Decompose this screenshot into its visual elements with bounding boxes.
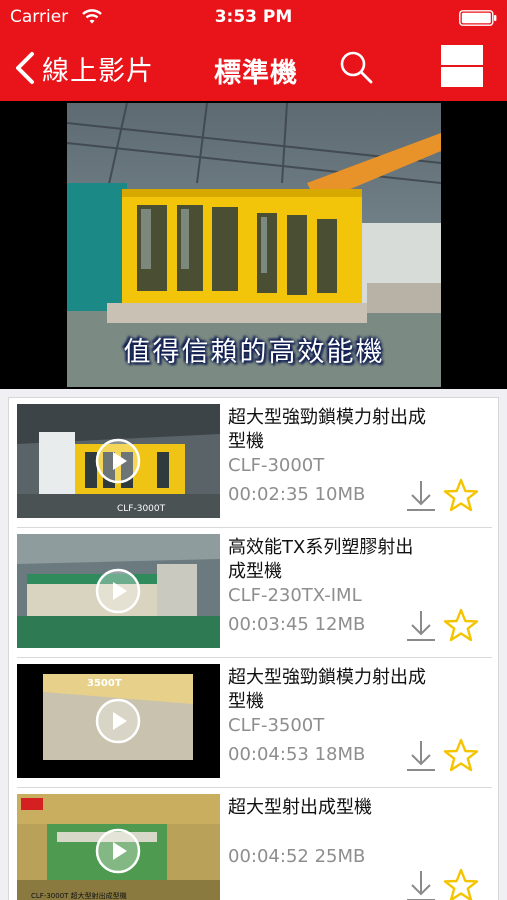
video-model: CLF-3500T bbox=[228, 715, 325, 736]
back-label: 線上影片 bbox=[42, 55, 154, 87]
video-title: 超大型強勁鎖模力射出成型機 bbox=[228, 667, 426, 712]
video-meta: 00:03:45 12MB bbox=[228, 614, 365, 635]
menu-button[interactable] bbox=[441, 45, 483, 87]
play-icon bbox=[95, 438, 141, 484]
video-thumbnail: CLF-3000T bbox=[17, 404, 220, 518]
chevron-left-icon bbox=[16, 52, 34, 84]
battery-icon bbox=[459, 10, 497, 26]
download-icon[interactable] bbox=[404, 738, 438, 774]
star-icon[interactable] bbox=[443, 608, 479, 644]
video-list-item[interactable]: CLF-3000T 超大型射出成型機 超大型射出成型機 00:04:52 25M… bbox=[9, 788, 500, 900]
video-duration: 00:04:52 bbox=[228, 846, 309, 867]
video-caption: 值得信賴的高效能機 bbox=[123, 337, 385, 368]
video-model: CLF-230TX-IML bbox=[228, 585, 362, 606]
video-meta: 00:04:53 18MB bbox=[228, 744, 365, 765]
thumbnail-label: 3500T bbox=[87, 678, 122, 689]
video-meta: 00:02:35 10MB bbox=[228, 484, 365, 505]
video-size: 10MB bbox=[314, 484, 366, 505]
video-duration: 00:03:45 bbox=[228, 614, 309, 635]
download-icon[interactable] bbox=[404, 608, 438, 644]
video-size: 25MB bbox=[314, 846, 366, 867]
video-meta: 00:04:52 25MB bbox=[228, 846, 365, 867]
page-title: 標準機 bbox=[214, 58, 298, 89]
video-list-item[interactable]: 高效能TX系列塑膠射出成型機 CLF-230TX-IML 00:03:45 12… bbox=[9, 528, 500, 658]
thumbnail-label: CLF-3000T 超大型射出成型機 bbox=[31, 891, 127, 900]
video-list-card: CLF-3000T 超大型強勁鎖模力射出成型機 CLF-3000T 00:02:… bbox=[8, 397, 499, 900]
video-model: CLF-3000T bbox=[228, 455, 325, 476]
video-duration: 00:04:53 bbox=[228, 744, 309, 765]
status-bar: Carrier 3:53 PM bbox=[0, 0, 507, 36]
play-icon bbox=[95, 698, 141, 744]
video-list-item[interactable]: 3500T 超大型強勁鎖模力射出成型機 CLF-3500T 00:04:53 1… bbox=[9, 658, 500, 788]
star-icon[interactable] bbox=[443, 478, 479, 514]
back-button[interactable]: 線上影片 bbox=[8, 46, 154, 90]
menu-icon bbox=[441, 65, 483, 67]
video-frame: 值得信賴的高效能機 bbox=[67, 103, 441, 387]
video-list: CLF-3000T 超大型強勁鎖模力射出成型機 CLF-3000T 00:02:… bbox=[0, 389, 507, 900]
video-thumbnail: CLF-3000T 超大型射出成型機 bbox=[17, 794, 220, 900]
video-duration: 00:02:35 bbox=[228, 484, 309, 505]
search-icon[interactable] bbox=[335, 48, 379, 88]
star-icon[interactable] bbox=[443, 868, 479, 900]
thumbnail-label: CLF-3000T bbox=[117, 504, 166, 514]
video-player[interactable]: 值得信賴的高效能機 bbox=[0, 101, 507, 389]
video-list-item[interactable]: CLF-3000T 超大型強勁鎖模力射出成型機 CLF-3000T 00:02:… bbox=[9, 398, 500, 528]
video-title: 超大型射出成型機 bbox=[228, 797, 372, 818]
video-title: 高效能TX系列塑膠射出成型機 bbox=[228, 537, 414, 582]
play-icon bbox=[95, 828, 141, 874]
download-icon[interactable] bbox=[404, 478, 438, 514]
star-icon[interactable] bbox=[443, 738, 479, 774]
video-thumbnail bbox=[17, 534, 220, 648]
clock: 3:53 PM bbox=[214, 7, 293, 27]
play-icon bbox=[95, 568, 141, 614]
nav-bar: 線上影片 標準機 bbox=[0, 36, 507, 101]
video-size: 18MB bbox=[314, 744, 366, 765]
video-thumbnail: 3500T bbox=[17, 664, 220, 778]
download-icon[interactable] bbox=[404, 868, 438, 900]
video-title: 超大型強勁鎖模力射出成型機 bbox=[228, 407, 426, 452]
video-size: 12MB bbox=[314, 614, 366, 635]
